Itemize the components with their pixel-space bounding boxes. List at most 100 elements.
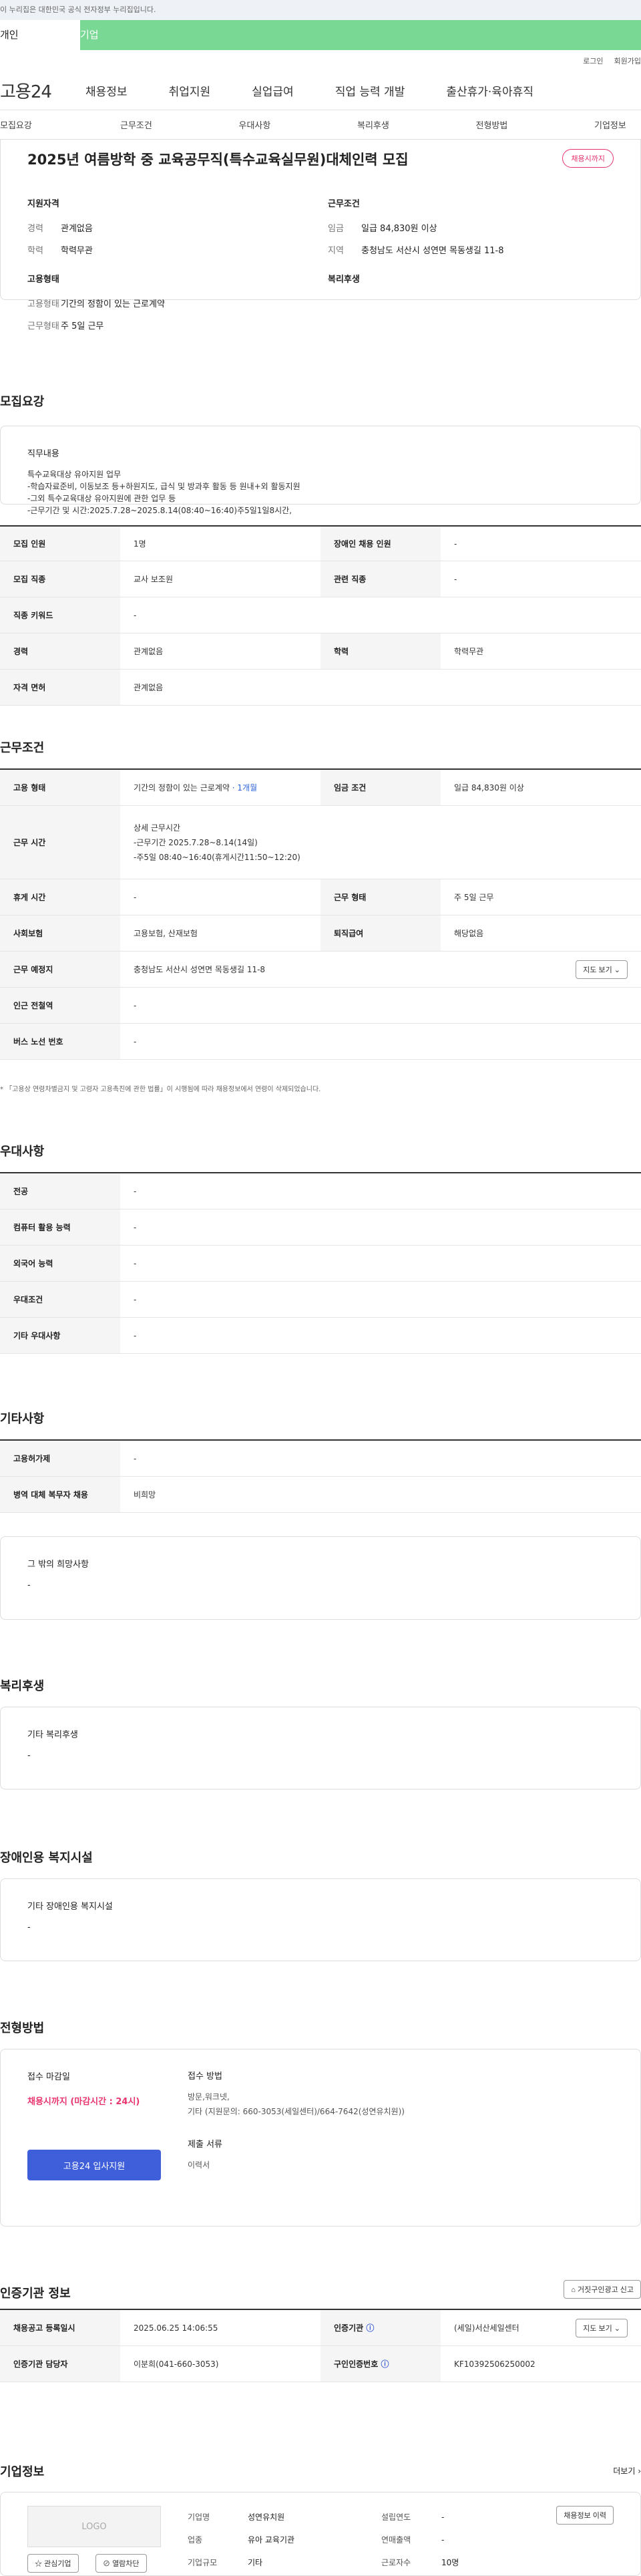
kv-value: 기간의 정함이 있는 근로계약 bbox=[61, 299, 165, 309]
map-button-label: 지도 보기 bbox=[583, 966, 612, 974]
row-header-label: 인증기관 bbox=[334, 2323, 364, 2333]
age-notice: * 「고용상 연령차별금지 및 고령자 고용촉진에 관한 법률」이 시행됨에 따… bbox=[0, 1086, 321, 1093]
info-icon[interactable]: ⓘ bbox=[381, 2358, 389, 2370]
row-value: - bbox=[134, 1036, 137, 1046]
kv-label: 고용형태 bbox=[27, 299, 59, 309]
row-header: 버스 노선 번호 bbox=[0, 1024, 120, 1059]
welfare-box-value: - bbox=[27, 1751, 31, 1761]
time-line: -주5일 08:40~16:40(휴게시간11:50~12:20) bbox=[134, 852, 300, 862]
apply-button[interactable]: 고용24 입사지원 bbox=[27, 2150, 161, 2180]
row-value: 이분희(041-660-3053) bbox=[134, 2359, 219, 2369]
util-menu: 로그인 회원가입 bbox=[0, 50, 641, 71]
chevron-right-icon: › bbox=[638, 2466, 641, 2476]
employment-duration: · 1개월 bbox=[232, 783, 258, 793]
anchor-welfare[interactable]: 복리후생 bbox=[357, 118, 476, 131]
row-value: KF10392506250002 bbox=[454, 2359, 536, 2369]
screen-box: 접수 마감일 채용시까지 (마감시간 : 24시) 고용24 입사지원 접수 방… bbox=[0, 2049, 641, 2227]
block-icon: ⊘ bbox=[103, 2560, 110, 2568]
row-value: 일급 84,830원 이상 bbox=[454, 783, 524, 793]
kv-value: 일급 84,830원 이상 bbox=[361, 224, 437, 234]
chevron-down-icon: ⌄ bbox=[614, 2324, 620, 2333]
time-line: 상세 근무시간 bbox=[134, 823, 181, 833]
info-icon[interactable]: ⓘ bbox=[366, 2322, 374, 2333]
row-header: 근무 형태 bbox=[320, 879, 441, 915]
row-header: 채용공고 등록일시 bbox=[0, 2310, 120, 2345]
time-line: -근무기간 2025.7.28~8.14(14일) bbox=[134, 837, 258, 847]
method-line: 방문,워크넷, bbox=[188, 2092, 230, 2102]
row-value: 학력무관 bbox=[454, 647, 484, 656]
nav-leave[interactable]: 출산휴가·육아휴직 bbox=[446, 82, 533, 99]
row-value: (세일)서산세일센터 bbox=[454, 2323, 519, 2333]
tab-company[interactable]: 기업 bbox=[80, 20, 160, 50]
agency-table: 채용공고 등록일시 2025.06.25 14:06:55 인증기관 ⓘ (세일)서산… bbox=[0, 2309, 641, 2382]
row-header: 고용 형태 bbox=[0, 770, 120, 805]
row-header: 인증기관 담당자 bbox=[0, 2346, 120, 2382]
company-field-value: - bbox=[441, 2513, 445, 2522]
duty-heading: 직무내용 bbox=[27, 449, 59, 459]
row-header: 병역 대체 복무자 채용 bbox=[0, 1477, 120, 1512]
row-value: - bbox=[134, 1330, 137, 1340]
company-more-link[interactable]: 더보기 › bbox=[613, 2465, 641, 2476]
nav-training[interactable]: 직업 능력 개발 bbox=[335, 82, 405, 99]
row-header: 고용허가제 bbox=[0, 1441, 120, 1476]
row-value: - bbox=[134, 1294, 137, 1304]
report-button[interactable]: ⌂ 거짓구인광고 신고 bbox=[564, 2280, 641, 2299]
row-value: 비희망 bbox=[134, 1490, 156, 1499]
row-value: 교사 보조원 bbox=[134, 575, 174, 584]
anchor-company[interactable]: 기업정보 bbox=[594, 118, 641, 131]
nav-unemployment[interactable]: 실업급여 bbox=[252, 82, 294, 99]
like-company-button[interactable]: ☆ 관심기업 bbox=[27, 2554, 79, 2573]
star-icon: ☆ bbox=[35, 2560, 42, 2568]
row-header: 모집 인원 bbox=[0, 527, 120, 561]
welfare-box: 기타 복리후생 - bbox=[0, 1707, 641, 1790]
anchor-work[interactable]: 근무조건 bbox=[120, 118, 239, 131]
etc-title: 기타사항 bbox=[0, 1412, 45, 1426]
row-value: - bbox=[134, 1453, 137, 1463]
kv-value: 학력무관 bbox=[61, 246, 93, 256]
site-logo[interactable]: 고용24 bbox=[0, 78, 85, 103]
anchor-screen[interactable]: 전형방법 bbox=[476, 118, 595, 131]
duty-line: 특수교육대상 유아지원 업무 bbox=[27, 470, 122, 479]
job-history-button[interactable]: 채용정보 이력 bbox=[556, 2506, 614, 2525]
work-place: 충청남도 서산시 성연면 목동생길 11-8 bbox=[134, 965, 266, 974]
company-field-value: 유아 교육기관 bbox=[248, 2535, 295, 2545]
anchor-recruit[interactable]: 모집요강 bbox=[0, 118, 120, 131]
signup-link[interactable]: 회원가입 bbox=[614, 55, 641, 66]
company-field-value: - bbox=[441, 2535, 445, 2545]
welfare-box-heading: 기타 복리후생 bbox=[27, 1730, 78, 1740]
tab-personal[interactable]: 개인 bbox=[0, 20, 80, 50]
agency-title: 인증기관 정보 bbox=[0, 2287, 71, 2301]
company-box: LOGO ☆ 관심기업 ⊘ 열람차단 기업명 성연유치원 설립연도 - 업종 유아 교육… bbox=[0, 2492, 641, 2576]
pref-table: 전공 - 컴퓨터 활용 능력 - 외국어 능력 - 우대조건 - 기타 우대사항 - bbox=[0, 1172, 641, 1354]
employment-type: 기간의 정함이 있는 근로계약 bbox=[134, 783, 230, 793]
row-header: 자격 면허 bbox=[0, 670, 120, 705]
company-field-value: 기타 bbox=[248, 2558, 263, 2567]
row-value: 관계없음 bbox=[134, 647, 164, 656]
docs-value: 이력서 bbox=[188, 2160, 210, 2170]
nav-jobs[interactable]: 채용정보 bbox=[85, 82, 128, 99]
company-field-value: 10명 bbox=[441, 2558, 459, 2567]
pref-title: 우대사항 bbox=[0, 1145, 45, 1159]
company-field-label: 기업규모 bbox=[188, 2558, 218, 2567]
disability-title: 장애인용 복지시설 bbox=[0, 1851, 93, 1865]
row-header: 우대조건 bbox=[0, 1282, 120, 1317]
etc-box: 그 밖의 희망사항 - bbox=[0, 1536, 641, 1620]
row-header: 인근 전철역 bbox=[0, 988, 120, 1023]
login-link[interactable]: 로그인 bbox=[583, 55, 603, 66]
block-company-button[interactable]: ⊘ 열람차단 bbox=[95, 2554, 147, 2573]
row-header: 기타 우대사항 bbox=[0, 1318, 120, 1353]
row-header: 휴게 시간 bbox=[0, 879, 120, 915]
kv-value: 관계없음 bbox=[61, 224, 93, 234]
global-nav: 고용24 채용정보 취업지원 실업급여 직업 능력 개발 출산휴가·육아휴직 bbox=[0, 71, 641, 110]
row-header: 임금 조건 bbox=[320, 770, 441, 805]
work-title: 근무조건 bbox=[0, 741, 45, 755]
map-button[interactable]: 지도 보기 ⌄ bbox=[576, 960, 628, 979]
anchor-pref[interactable]: 우대사항 bbox=[239, 118, 358, 131]
company-field-label: 업종 bbox=[188, 2535, 203, 2545]
qualification-heading: 지원자격 bbox=[27, 199, 59, 209]
recruit-table: 모집 인원 1명 장애인 채용 인원 - 모집 직종 교사 보조원 관련 직종 - 직종 키… bbox=[0, 525, 641, 706]
agency-map-button[interactable]: 지도 보기 ⌄ bbox=[576, 2318, 628, 2337]
nav-employment-support[interactable]: 취업지원 bbox=[169, 82, 211, 99]
etc-box-heading: 그 밖의 희망사항 bbox=[27, 1560, 89, 1570]
docs-heading: 제출 서류 bbox=[188, 2140, 222, 2150]
